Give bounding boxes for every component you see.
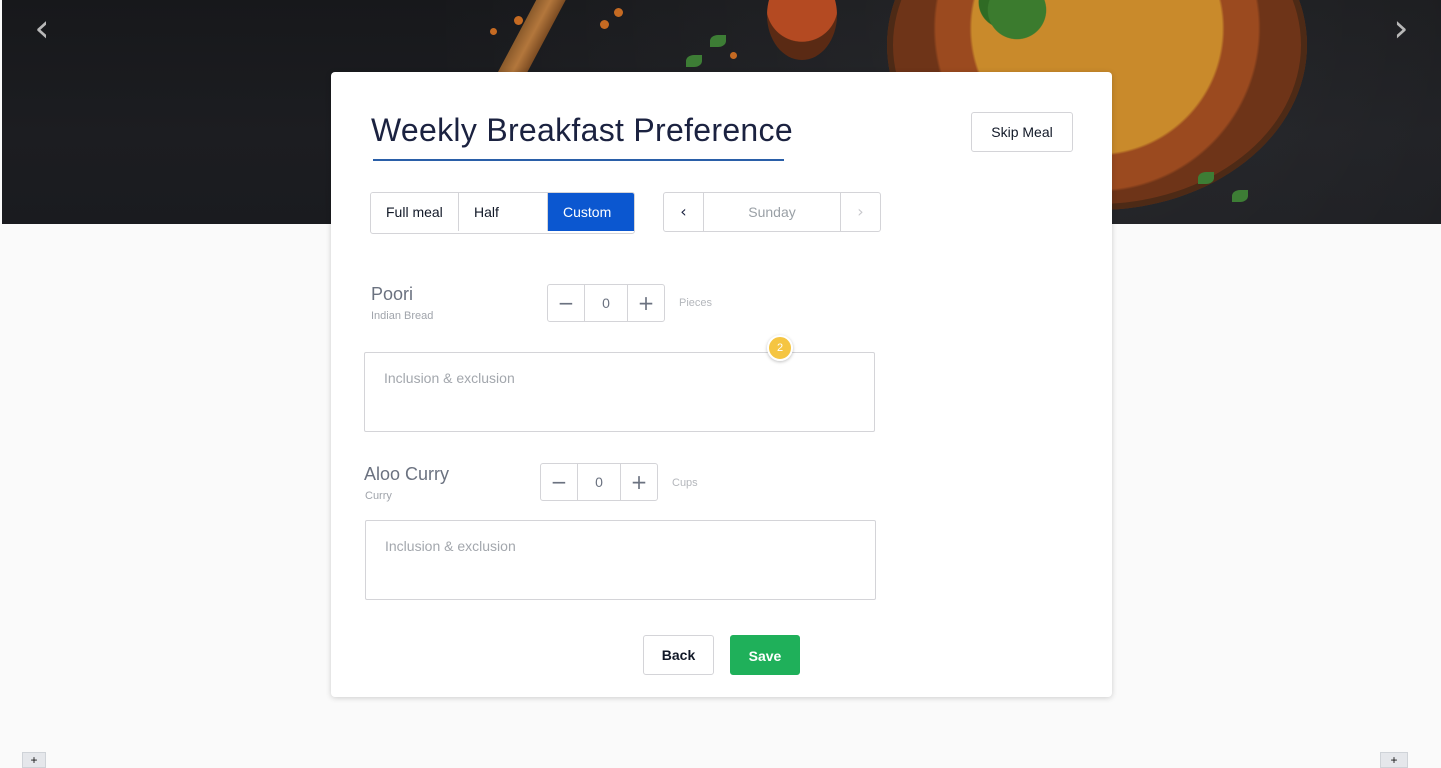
quantity-input[interactable] [578, 464, 620, 500]
spice-spoon-image [767, 0, 837, 60]
lentil-decoration [730, 52, 737, 59]
unit-label: Cups [672, 477, 698, 489]
item-subtitle: Curry [365, 490, 392, 502]
notification-badge[interactable]: 2 [767, 335, 793, 361]
zoom-in-icon[interactable]: + [1380, 752, 1408, 768]
inclusion-exclusion-field[interactable] [364, 352, 875, 432]
herb-leaf-decoration [710, 35, 726, 47]
inclusion-exclusion-field[interactable] [365, 520, 876, 600]
unit-label: Pieces [679, 297, 713, 309]
custom-option[interactable]: Custom [548, 193, 634, 231]
decrement-button[interactable]: − [548, 285, 585, 321]
zoom-in-icon[interactable]: + [22, 752, 46, 768]
carousel-next-icon[interactable]: › [1381, 8, 1421, 48]
lentil-decoration [490, 28, 497, 35]
chevron-right-icon[interactable]: › [840, 193, 880, 231]
day-label: Sunday [748, 204, 796, 220]
herb-leaf-decoration [686, 55, 702, 67]
herb-leaf-decoration [1198, 172, 1214, 184]
lentil-decoration [600, 20, 609, 29]
chevron-left-icon[interactable]: ‹ [664, 193, 704, 231]
carousel-prev-icon[interactable]: ‹ [22, 8, 62, 48]
full-meal-option[interactable]: Full meal [371, 193, 459, 231]
quantity-input[interactable] [585, 285, 627, 321]
decrement-button[interactable]: − [541, 464, 578, 500]
lentil-decoration [614, 8, 623, 17]
day-picker: ‹ Sunday › [663, 192, 881, 232]
lentil-decoration [514, 16, 523, 25]
item-name: Aloo Curry [364, 464, 450, 484]
page-title: Weekly Breakfast Preference [371, 112, 793, 148]
save-button[interactable]: Save [730, 635, 800, 675]
back-button[interactable]: Back [643, 635, 714, 675]
herb-leaf-decoration [1232, 190, 1248, 202]
half-meal-option[interactable]: Half meal [459, 193, 548, 231]
increment-button[interactable]: + [620, 464, 657, 500]
meal-type-selector: Full meal Half meal Custom [370, 192, 635, 234]
skip-meal-button[interactable]: Skip Meal [971, 112, 1073, 152]
increment-button[interactable]: + [627, 285, 664, 321]
item-subtitle: Indian Bread [371, 310, 434, 322]
quantity-stepper: − + [540, 463, 658, 501]
quantity-stepper: − + [547, 284, 665, 322]
title-underline [373, 159, 784, 161]
item-name: Poori [371, 284, 414, 304]
preference-card: Weekly Breakfast Preference Skip Meal Fu… [331, 72, 1112, 697]
